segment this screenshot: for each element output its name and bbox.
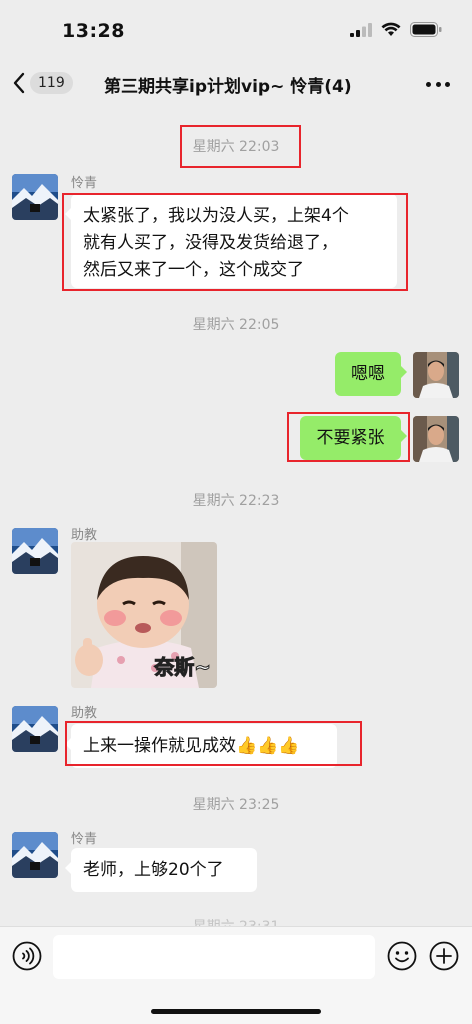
sticker-caption: 奈斯~ bbox=[154, 655, 212, 680]
message-input[interactable] bbox=[53, 935, 375, 979]
self-avatar[interactable] bbox=[413, 416, 459, 462]
landscape-avatar-image bbox=[12, 706, 58, 752]
plus-button[interactable] bbox=[429, 941, 459, 971]
status-icons bbox=[350, 22, 442, 37]
avatar[interactable] bbox=[12, 706, 58, 752]
highlight-box bbox=[180, 125, 301, 168]
avatar[interactable] bbox=[12, 174, 58, 220]
timestamp: 星期六 22:05 bbox=[192, 317, 280, 333]
sender-name: 助教 bbox=[71, 528, 98, 543]
wifi-icon bbox=[381, 22, 401, 36]
more-dots-icon bbox=[426, 81, 431, 87]
bubble-tail bbox=[65, 862, 71, 874]
highlight-box bbox=[287, 412, 410, 462]
more-dot bbox=[435, 81, 441, 87]
highlight-box bbox=[62, 193, 408, 291]
message-text: 老师，上够20个了 bbox=[83, 860, 224, 880]
message-text: 嗯嗯 bbox=[351, 364, 385, 384]
sender-name: 怜青 bbox=[71, 176, 98, 191]
chat-area[interactable]: 星期六 22:03 怜青 太紧张了，我以为没人买，上架4个 就有人买了，没得及发… bbox=[0, 110, 472, 926]
highlight-box bbox=[65, 721, 362, 766]
chat-title: 第三期共享ip计划vip~ 怜青(4) bbox=[104, 77, 352, 97]
unread-count-badge: 119 bbox=[30, 72, 73, 94]
back-button[interactable]: 119 bbox=[12, 68, 73, 98]
message-bubble-self[interactable]: 嗯嗯 bbox=[335, 352, 407, 396]
emoji-button[interactable] bbox=[387, 941, 417, 971]
sender-name: 助教 bbox=[71, 706, 98, 721]
timestamp: 星期六 22:23 bbox=[192, 493, 280, 509]
person-avatar-image bbox=[413, 416, 459, 462]
landscape-avatar-image bbox=[12, 174, 58, 220]
sticker-image[interactable]: 奈斯~ bbox=[71, 542, 217, 688]
status-time: 13:28 bbox=[62, 20, 125, 42]
self-avatar[interactable] bbox=[413, 352, 459, 398]
timestamp-partial: 星期六 23:31 bbox=[0, 916, 472, 926]
input-bar bbox=[0, 926, 472, 1024]
more-button[interactable] bbox=[426, 74, 450, 94]
timestamp: 星期六 23:25 bbox=[192, 797, 280, 813]
voice-button[interactable] bbox=[12, 941, 42, 971]
landscape-avatar-image bbox=[12, 528, 58, 574]
voice-icon bbox=[12, 941, 42, 971]
message-bubble[interactable]: 老师，上够20个了 bbox=[65, 848, 257, 892]
plus-icon bbox=[429, 941, 459, 971]
nav-bar: 119 第三期共享ip计划vip~ 怜青(4) bbox=[0, 58, 472, 110]
battery-icon bbox=[410, 22, 442, 37]
more-dot bbox=[445, 81, 450, 87]
sender-name: 怜青 bbox=[71, 832, 98, 847]
avatar[interactable] bbox=[12, 832, 58, 878]
emoji-icon bbox=[387, 941, 417, 971]
avatar[interactable] bbox=[12, 528, 58, 574]
bubble-tail bbox=[401, 366, 407, 378]
status-bar: 13:28 bbox=[0, 0, 472, 58]
home-indicator bbox=[151, 1009, 321, 1014]
chevron-left-icon bbox=[13, 72, 25, 94]
landscape-avatar-image bbox=[12, 832, 58, 878]
signal-icon bbox=[350, 22, 372, 37]
person-avatar-image bbox=[413, 352, 459, 398]
